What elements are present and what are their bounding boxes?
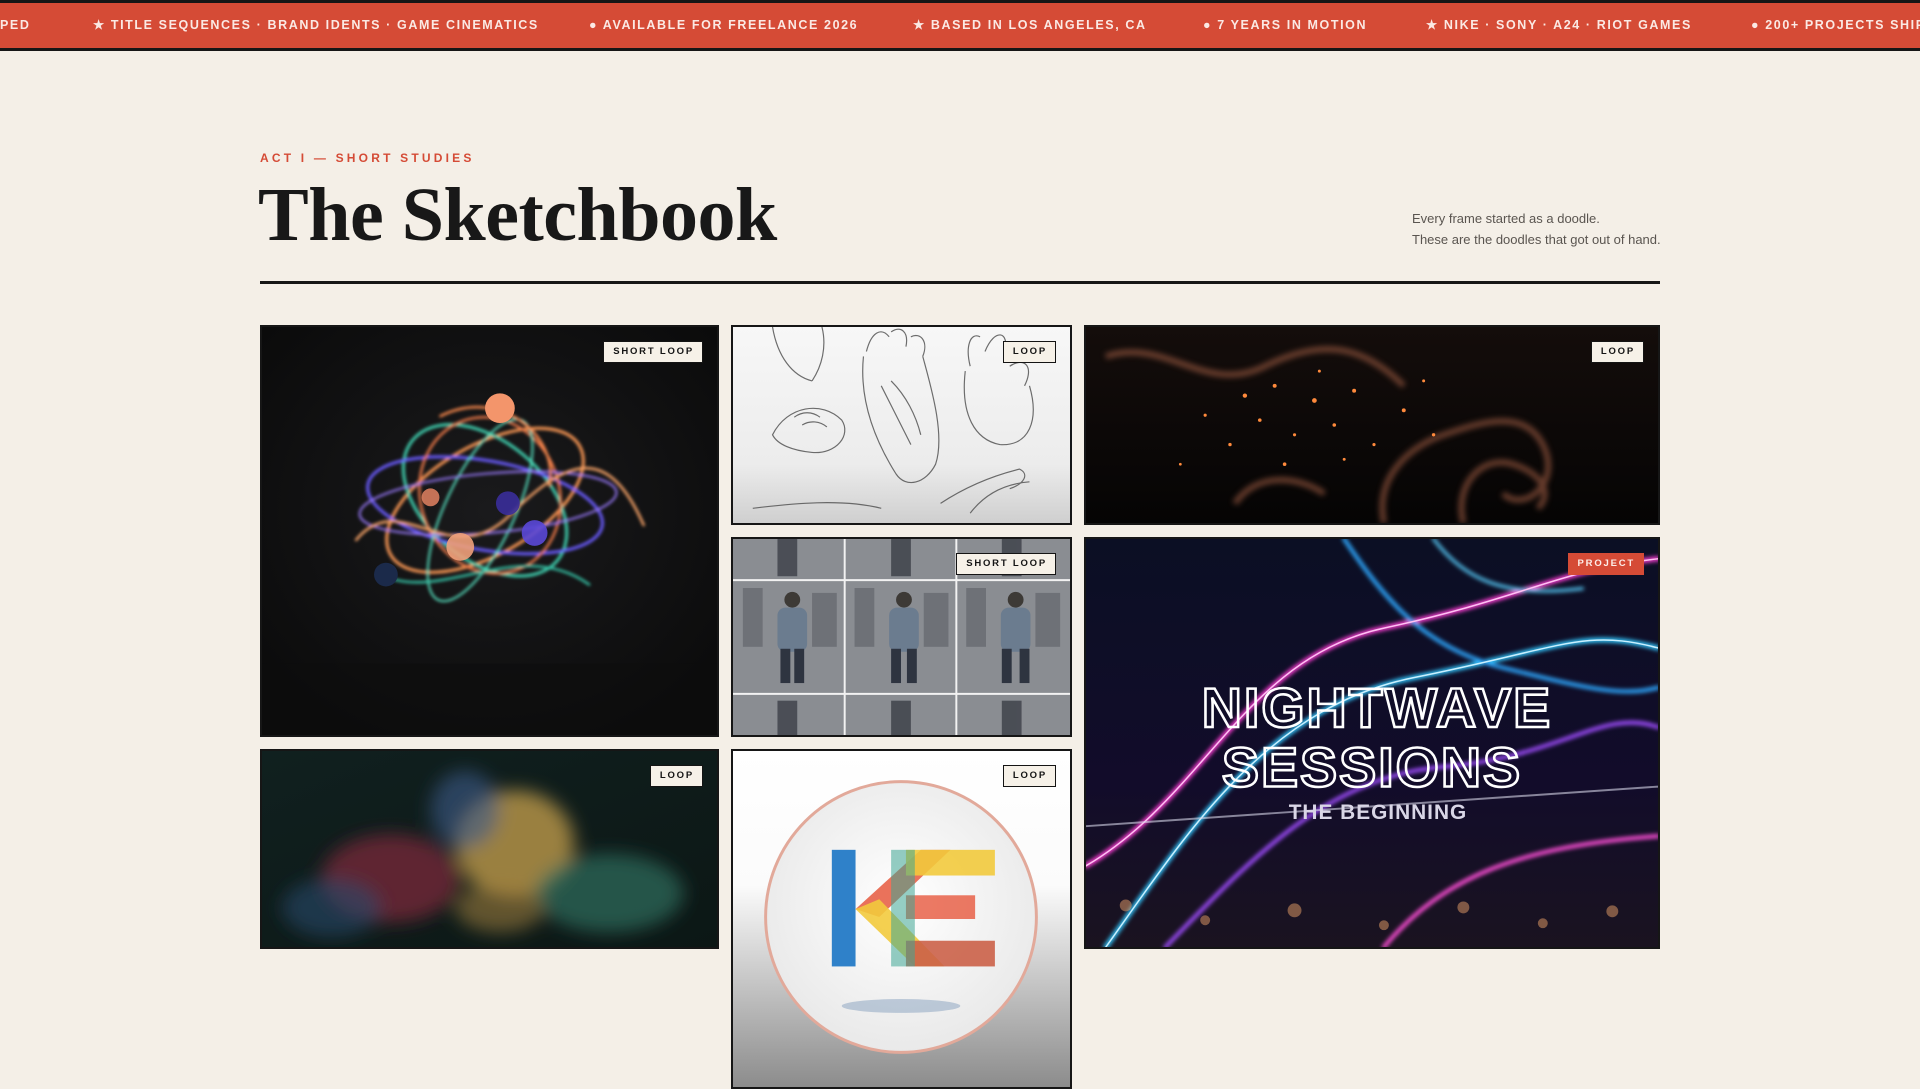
gallery-tile-ke-logo[interactable]: LOOP (731, 749, 1072, 1089)
gallery-tile-hand-sketches[interactable]: LOOP (731, 325, 1072, 525)
gallery-tile-orbit[interactable]: SHORT LOOP (260, 325, 719, 737)
tile-tag: SHORT LOOP (603, 341, 703, 363)
tile-tag: LOOP (1590, 341, 1644, 363)
marquee-item: ★ NIKE · SONY · A24 · RIOT GAMES (1426, 18, 1692, 32)
blurb-line: These are the doodles that got out of ha… (1412, 232, 1661, 247)
nightwave-title-line2: SESSIONS (1222, 737, 1522, 799)
tile-tag: LOOP (1002, 765, 1056, 787)
marquee-item: ★ TITLE SEQUENCES · BRAND IDENTS · GAME … (93, 18, 539, 32)
marquee-item: PED (0, 18, 31, 32)
blurb-line: Every frame started as a doodle. (1412, 211, 1600, 226)
announcement-marquee: PED ★ TITLE SEQUENCES · BRAND IDENTS · G… (0, 0, 1920, 51)
gallery-tile-walk-cycle[interactable]: SHORT LOOP (731, 537, 1072, 737)
marquee-item: ● 200+ PROJECTS SHIP (1751, 18, 1920, 32)
page-title: The Sketchbook (258, 173, 777, 257)
marquee-item: ● AVAILABLE FOR FREELANCE 2026 (589, 18, 859, 32)
tile-tag: SHORT LOOP (956, 553, 1056, 575)
gallery-tile-nightwave-project[interactable]: NIGHTWAVE SESSIONS THE BEGINNING PROJECT (1084, 537, 1660, 949)
marquee-item: ★ BASED IN LOS ANGELES, CA (913, 18, 1147, 32)
ke-logo-artwork (733, 751, 1070, 1087)
gallery-tile-ink-clouds[interactable]: LOOP (260, 749, 719, 949)
tile-tag: LOOP (1002, 341, 1056, 363)
gallery-tile-smoke[interactable]: LOOP (1084, 325, 1660, 525)
nightwave-subtitle: THE BEGINNING (1289, 801, 1467, 824)
ink-clouds-artwork (262, 751, 717, 947)
tile-tag: LOOP (649, 765, 703, 787)
orbit-artwork (262, 327, 717, 735)
section-blurb: Every frame started as a doodle. These a… (1412, 208, 1672, 250)
marquee-item: ● 7 YEARS IN MOTION (1203, 18, 1368, 32)
tile-tag: PROJECT (1567, 553, 1644, 575)
section-eyebrow: ACT I — SHORT STUDIES (260, 151, 475, 165)
section-divider (260, 281, 1660, 284)
smoke-artwork (1086, 327, 1658, 523)
nightwave-title-line1: NIGHTWAVE (1202, 677, 1552, 739)
nightwave-artwork: NIGHTWAVE SESSIONS THE BEGINNING (1086, 539, 1658, 947)
